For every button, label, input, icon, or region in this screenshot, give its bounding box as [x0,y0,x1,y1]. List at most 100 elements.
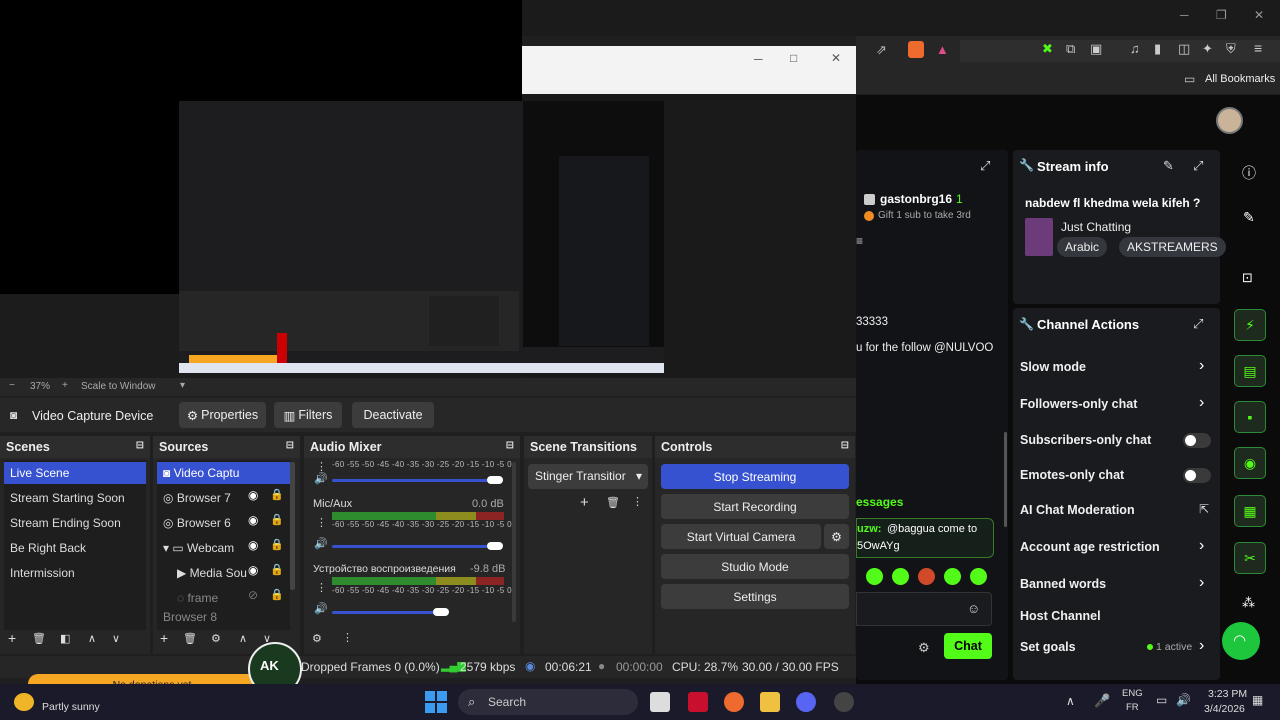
volume-icon[interactable]: 🔊 [1176,693,1191,707]
chat-settings-icon[interactable]: ⚙ [918,640,930,656]
network-icon[interactable]: ▭ [1156,693,1167,707]
undock-icon[interactable]: ⊟ [841,440,849,451]
gift-text[interactable]: Gift 1 sub to take 3rd [878,210,971,221]
volume-knob[interactable] [487,542,503,550]
add-source-button[interactable]: + [160,630,168,646]
edit-icon[interactable]: ✎ [1243,209,1255,226]
notes-button[interactable]: ▤ [1234,355,1266,387]
lock-icon[interactable]: 🔒 [270,538,284,551]
all-bookmarks-link[interactable]: All Bookmarks [1205,73,1275,85]
clock-time[interactable]: 3:23 PM [1208,688,1247,700]
stop-streaming-button[interactable]: Stop Streaming [661,464,849,489]
remove-transition-button[interactable]: 🗑 [606,496,620,509]
menu-icon[interactable]: ≡ [1254,40,1262,56]
pinned-message[interactable]: uzw: @baggua come to 5OwAYg [856,518,994,558]
minimize-icon[interactable]: ─ [754,52,763,66]
layout-button[interactable]: ▦ [1234,495,1266,527]
chat-username[interactable]: gastonbrg16 [880,192,952,206]
file-explorer-icon[interactable] [760,692,780,712]
scene-item[interactable]: Intermission [4,562,146,584]
weather-icon[interactable] [14,693,34,711]
lock-icon[interactable]: 🔒 [270,513,284,526]
emote-icon[interactable] [970,568,987,585]
chat-button[interactable]: ▪ [1234,401,1266,433]
language-secondary[interactable]: FR [1126,702,1139,713]
chevron-right-icon[interactable]: › [1199,394,1204,412]
scene-filters-button[interactable]: ◧ [60,632,70,645]
chat-scrollbar[interactable] [1004,432,1007,527]
set-goals-row[interactable]: Set goals [1020,640,1076,654]
send-chat-button[interactable]: Chat [944,633,992,659]
chat-input[interactable]: ☺ [856,592,992,626]
scene-item[interactable]: Live Scene [4,462,146,484]
dots-icon[interactable]: ⁂ [1242,595,1255,611]
banned-words-row[interactable]: Banned words [1020,577,1106,591]
subscribers-only-toggle[interactable] [1183,433,1211,448]
popout-icon[interactable]: ⤢ [1193,316,1203,332]
leo-ai-icon[interactable]: ✦ [1202,41,1213,57]
windows-start-icon[interactable] [425,691,447,713]
wallet-icon[interactable]: ◫ [1178,41,1190,57]
tools-button[interactable]: ✂ [1234,542,1266,574]
chevron-down-icon[interactable]: ▾ [163,541,172,555]
source-item[interactable]: Browser 8 [157,610,290,622]
restore-icon[interactable]: ❐ [1216,8,1227,22]
clock-date[interactable]: 3/4/2026 [1204,703,1245,715]
undock-icon[interactable]: ⊟ [136,440,144,451]
volume-icon[interactable]: 🔊 [314,472,328,485]
virtual-camera-settings-button[interactable]: ⚙ [824,524,849,549]
chat-menu-icon[interactable]: ≡ [856,234,863,248]
edit-icon[interactable]: ✎ [1163,158,1174,174]
source-properties-button[interactable]: ⚙ [211,632,221,645]
kebab-menu-icon[interactable]: ⋮ [316,581,327,594]
eye-icon[interactable]: ◉ [248,513,258,527]
screenshot-icon[interactable]: ▣ [1090,41,1102,57]
transition-select[interactable]: Stinger Transitior ▾ [528,464,648,489]
add-scene-button[interactable]: + [8,630,16,646]
avatar[interactable] [1216,107,1243,134]
zoom-mode[interactable]: Scale to Window [81,381,155,392]
emote-icon[interactable] [944,568,961,585]
lock-icon[interactable]: 🔒 [270,488,284,501]
start-recording-button[interactable]: Start Recording [661,494,849,519]
vpn-icon[interactable]: ⛨ [1226,41,1236,57]
brave-rewards-icon[interactable]: ▲ [936,42,949,57]
task-view-icon[interactable] [650,692,670,712]
brave-shield-icon[interactable] [908,41,924,58]
taskbar-search[interactable]: ⌕ Search [458,689,638,715]
camera-icon[interactable]: ⊡ [1242,270,1253,286]
microphone-icon[interactable]: 🎤 [1094,693,1110,709]
popout-icon[interactable]: ⤢ [980,158,990,174]
lock-icon[interactable]: 🔒 [270,563,284,576]
filters-button[interactable]: ▥ Filters [274,402,342,428]
eye-icon[interactable]: ◉ [248,563,258,577]
add-transition-button[interactable]: + [580,494,589,511]
undock-icon[interactable]: ⊟ [286,440,294,451]
external-link-icon[interactable]: ⇱ [1199,502,1209,516]
kebab-menu-icon[interactable]: ⋮ [342,631,353,644]
close-icon[interactable]: ✕ [1254,8,1264,22]
move-up-button[interactable]: ∧ [88,632,96,645]
mixer-settings-icon[interactable]: ⚙ [312,632,322,645]
zoom-out-button[interactable]: − [9,380,15,391]
remove-scene-button[interactable]: 🗑 [32,632,46,645]
remove-source-button[interactable]: 🗑 [183,632,197,645]
discord-icon[interactable] [796,692,816,712]
scene-item[interactable]: Be Right Back [4,537,146,559]
volume-knob[interactable] [433,608,449,616]
lock-icon[interactable]: 🔒 [270,588,284,601]
properties-button[interactable]: ⚙ Properties [179,402,266,428]
volume-icon[interactable]: 🔊 [314,537,328,550]
obs-icon[interactable] [834,692,854,712]
scene-item[interactable]: Stream Starting Soon [4,487,146,509]
emote-icon[interactable] [866,568,883,585]
volume-slider[interactable] [332,545,496,548]
popout-icon[interactable]: ⤢ [1193,158,1203,174]
source-item[interactable]: ◙ Video Captu [157,462,290,484]
eye-icon[interactable]: ◉ [248,488,258,502]
move-down-button[interactable]: ∨ [112,632,120,645]
eye-icon[interactable]: ◉ [248,538,258,552]
chevron-up-icon[interactable]: ∧ [1066,694,1075,708]
start-virtual-camera-button[interactable]: Start Virtual Camera [661,524,821,549]
emote-icon[interactable] [892,568,909,585]
